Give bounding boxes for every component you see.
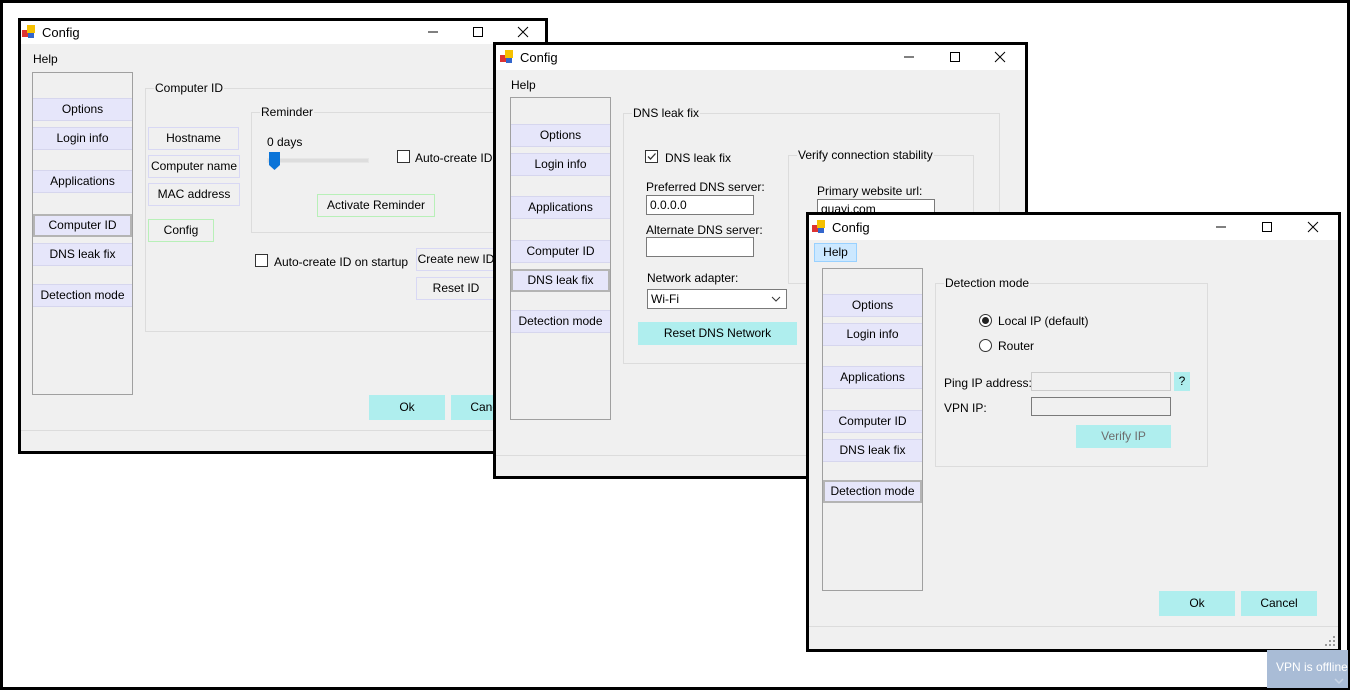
ok-button[interactable]: Ok bbox=[1159, 591, 1235, 616]
dns-leak-fix-label: DNS leak fix bbox=[665, 151, 732, 165]
vpn-status-text: VPN is offline bbox=[1276, 660, 1348, 674]
group-title: Computer ID bbox=[154, 81, 225, 95]
config-window-detection-mode: Config Help Options Login info Applicati… bbox=[806, 212, 1341, 652]
radio-dot bbox=[982, 317, 989, 324]
config-button[interactable]: Config bbox=[148, 219, 214, 242]
reminder-days-label: 0 days bbox=[267, 135, 303, 149]
alternate-dns-label: Alternate DNS server: bbox=[646, 223, 763, 237]
ping-ip-input[interactable] bbox=[1031, 372, 1171, 391]
chevron-down-icon[interactable] bbox=[1334, 678, 1344, 684]
sidebar-item-detection-mode[interactable]: Detection mode bbox=[511, 310, 610, 333]
sidebar-item-dns-leak-fix[interactable]: DNS leak fix bbox=[823, 439, 922, 462]
sidebar-item-detection-mode[interactable]: Detection mode bbox=[823, 480, 922, 503]
reminder-slider-thumb[interactable] bbox=[269, 152, 280, 170]
status-separator bbox=[809, 626, 1338, 627]
close-icon[interactable] bbox=[1303, 217, 1323, 237]
sidebar-item-detection-mode[interactable]: Detection mode bbox=[33, 284, 132, 307]
network-adapter-select[interactable]: Wi-Fi bbox=[647, 289, 787, 309]
auto-create-startup-checkbox[interactable] bbox=[255, 254, 268, 267]
dns-leak-fix-checkbox[interactable] bbox=[645, 150, 658, 163]
sidebar-item-computer-id[interactable]: Computer ID bbox=[33, 214, 132, 237]
sidebar-item-options[interactable]: Options bbox=[511, 124, 610, 147]
sidebar-item-computer-id[interactable]: Computer ID bbox=[823, 410, 922, 433]
window-title: Config bbox=[520, 50, 558, 65]
group-title: DNS leak fix bbox=[632, 106, 701, 120]
auto-create-id-checkbox[interactable] bbox=[397, 150, 410, 163]
app-icon bbox=[812, 220, 826, 234]
menu-help[interactable]: Help bbox=[33, 52, 58, 66]
sidebar-item-applications[interactable]: Applications bbox=[511, 196, 610, 219]
primary-url-label: Primary website url: bbox=[817, 184, 923, 198]
sidebar-item-login-info[interactable]: Login info bbox=[823, 323, 922, 346]
sidebar-item-login-info[interactable]: Login info bbox=[33, 127, 132, 150]
network-adapter-label: Network adapter: bbox=[647, 271, 739, 285]
auto-create-id-label: Auto-create ID bbox=[415, 151, 493, 165]
router-label: Router bbox=[998, 339, 1035, 353]
vpn-ip-input[interactable] bbox=[1031, 397, 1171, 416]
maximize-icon[interactable] bbox=[1257, 217, 1277, 237]
cancel-button[interactable]: Cancel bbox=[1241, 591, 1317, 616]
menu-help[interactable]: Help bbox=[814, 243, 857, 262]
window-title: Config bbox=[832, 220, 870, 235]
minimize-icon[interactable] bbox=[423, 22, 443, 42]
title-bar[interactable]: Config bbox=[496, 45, 1025, 70]
reset-id-button[interactable]: Reset ID bbox=[416, 277, 496, 300]
reset-dns-network-button[interactable]: Reset DNS Network bbox=[638, 322, 797, 345]
verify-group-title: Verify connection stability bbox=[797, 148, 934, 162]
mac-address-button[interactable]: MAC address bbox=[148, 183, 240, 206]
minimize-icon[interactable] bbox=[899, 47, 919, 67]
sidebar: Options Login info Applications Computer… bbox=[510, 97, 611, 420]
sidebar-item-options[interactable]: Options bbox=[823, 294, 922, 317]
hostname-button[interactable]: Hostname bbox=[148, 127, 239, 150]
computer-name-button[interactable]: Computer name bbox=[148, 155, 240, 178]
group-title: Detection mode bbox=[944, 276, 1031, 290]
ping-ip-label: Ping IP address: bbox=[944, 376, 1032, 390]
maximize-icon[interactable] bbox=[945, 47, 965, 67]
sidebar-item-applications[interactable]: Applications bbox=[33, 170, 132, 193]
minimize-icon[interactable] bbox=[1211, 217, 1231, 237]
chevron-down-icon bbox=[771, 296, 781, 302]
status-separator bbox=[21, 430, 545, 431]
sidebar-item-login-info[interactable]: Login info bbox=[511, 153, 610, 176]
vpn-ip-label: VPN IP: bbox=[944, 401, 987, 415]
close-icon[interactable] bbox=[990, 47, 1010, 67]
title-bar[interactable]: Config bbox=[809, 215, 1338, 240]
app-icon bbox=[22, 25, 36, 39]
app-icon bbox=[500, 50, 514, 64]
ok-button[interactable]: Ok bbox=[369, 395, 445, 420]
sidebar-item-options[interactable]: Options bbox=[33, 98, 132, 121]
sidebar: Options Login info Applications Computer… bbox=[822, 268, 923, 591]
local-ip-radio[interactable] bbox=[979, 314, 992, 327]
verify-ip-button[interactable]: Verify IP bbox=[1076, 425, 1171, 448]
resize-grip-icon[interactable] bbox=[1324, 635, 1336, 647]
auto-create-startup-label: Auto-create ID on startup bbox=[274, 255, 409, 269]
config-window-computer-id: Config Help Options Login info Applicati… bbox=[18, 18, 548, 454]
reminder-title: Reminder bbox=[260, 105, 315, 119]
check-icon bbox=[647, 153, 656, 160]
sidebar: Options Login info Applications Computer… bbox=[32, 72, 133, 395]
preferred-dns-input[interactable]: 0.0.0.0 bbox=[646, 195, 754, 215]
network-adapter-value: Wi-Fi bbox=[651, 292, 679, 306]
window-title: Config bbox=[42, 25, 80, 40]
alternate-dns-input[interactable] bbox=[646, 237, 754, 257]
sidebar-item-dns-leak-fix[interactable]: DNS leak fix bbox=[33, 243, 132, 266]
sidebar-item-dns-leak-fix[interactable]: DNS leak fix bbox=[511, 269, 610, 292]
router-radio[interactable] bbox=[979, 339, 992, 352]
sidebar-item-applications[interactable]: Applications bbox=[823, 366, 922, 389]
local-ip-label: Local IP (default) bbox=[998, 314, 1089, 328]
vpn-status-toast[interactable]: VPN is offline bbox=[1267, 650, 1348, 688]
ping-help-button[interactable]: ? bbox=[1174, 372, 1190, 391]
create-new-id-button[interactable]: Create new ID bbox=[416, 248, 496, 271]
menu-help[interactable]: Help bbox=[511, 78, 536, 92]
maximize-icon[interactable] bbox=[468, 22, 488, 42]
title-bar[interactable]: Config bbox=[21, 21, 545, 44]
reminder-slider-track[interactable] bbox=[267, 158, 369, 163]
close-icon[interactable] bbox=[513, 22, 533, 42]
preferred-dns-label: Preferred DNS server: bbox=[646, 180, 765, 194]
activate-reminder-button[interactable]: Activate Reminder bbox=[317, 194, 435, 217]
sidebar-item-computer-id[interactable]: Computer ID bbox=[511, 240, 610, 263]
